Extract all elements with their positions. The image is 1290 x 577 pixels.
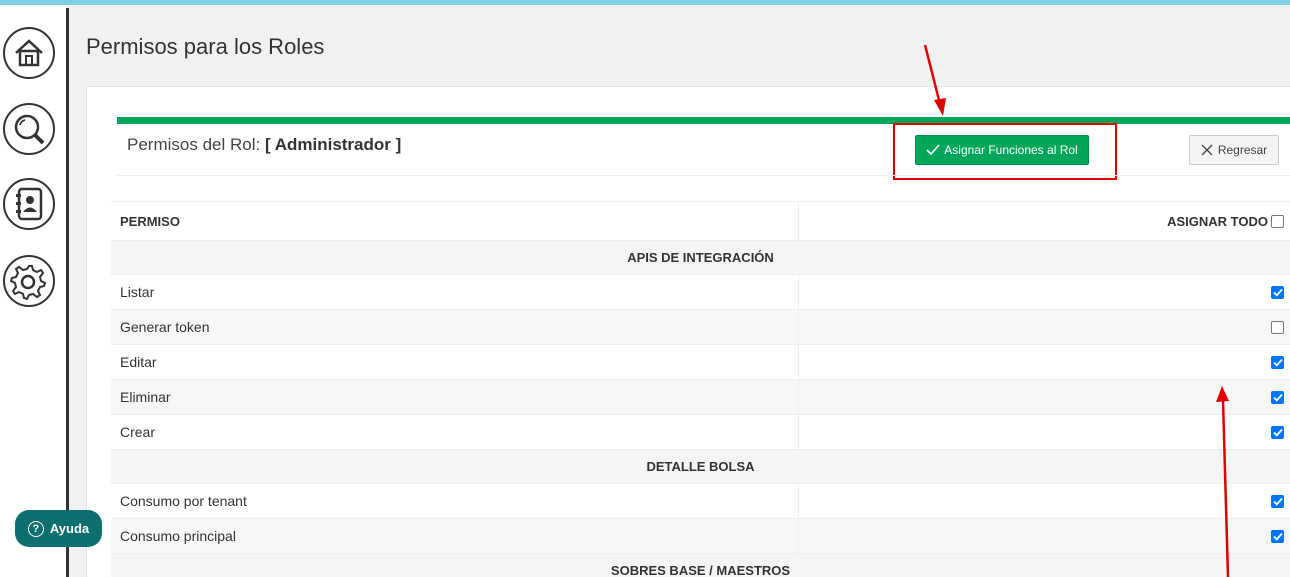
permission-name: Editar: [111, 345, 799, 379]
checkmark-icon: [1272, 393, 1283, 402]
assign-all-checkbox[interactable]: [1271, 214, 1284, 228]
section-header-sobres-base-maestros: SOBRES BASE / MAESTROS: [111, 554, 1290, 577]
table-header-row: PERMISO ASIGNAR TODO: [111, 202, 1290, 241]
close-icon: [1201, 144, 1213, 156]
permission-checkbox[interactable]: [1271, 425, 1284, 439]
permission-row: Generar token: [111, 310, 1290, 345]
help-label: Ayuda: [49, 521, 90, 536]
top-accent-line: [0, 0, 1290, 5]
check-icon: [926, 144, 940, 156]
permission-checkbox[interactable]: [1271, 355, 1284, 369]
checkmark-icon: [1272, 532, 1283, 541]
search-icon: [14, 114, 45, 145]
search-nav-button[interactable]: [3, 103, 55, 155]
permission-name: Consumo por tenant: [111, 484, 799, 518]
permission-checkbox[interactable]: [1271, 390, 1284, 404]
checkmark-icon: [1272, 428, 1283, 437]
section-header-apis-de-integracion: APIS DE INTEGRACIÓN: [111, 241, 1290, 275]
settings-nav-button[interactable]: [3, 255, 55, 307]
question-icon: ?: [27, 520, 44, 537]
contacts-nav-button[interactable]: [3, 178, 55, 230]
permission-row: Listar: [111, 275, 1290, 310]
permission-checkbox[interactable]: [1271, 285, 1284, 299]
permission-row: Crear: [111, 415, 1290, 450]
home-icon: [15, 39, 43, 67]
section-header-detalle-bolsa: DETALLE BOLSA: [111, 450, 1290, 484]
permission-row: Eliminar: [111, 380, 1290, 415]
contacts-icon: [16, 187, 43, 221]
permission-row: Consumo por tenant: [111, 484, 1290, 519]
header-separator: [117, 175, 1290, 176]
permission-name: Generar token: [111, 310, 799, 344]
permission-checkbox[interactable]: [1271, 494, 1284, 508]
checkmark-icon: [1272, 358, 1283, 367]
help-button[interactable]: ? Ayuda: [15, 510, 102, 547]
sidebar: [0, 5, 67, 577]
permission-name: Consumo principal: [111, 519, 799, 553]
checkmark-icon: [1272, 497, 1283, 506]
back-button[interactable]: Regresar: [1189, 135, 1279, 165]
permission-checkbox[interactable]: [1271, 529, 1284, 543]
permission-name: Eliminar: [111, 380, 799, 414]
assign-all-label: ASIGNAR TODO: [1167, 213, 1268, 229]
role-title-prefix: Permisos del Rol:: [127, 135, 261, 154]
permissions-table: PERMISO ASIGNAR TODO APIS DE INTEGRACIÓN…: [111, 201, 1290, 577]
checkmark-icon: [1272, 288, 1283, 297]
permission-row: Consumo principal: [111, 519, 1290, 554]
back-label: Regresar: [1217, 143, 1268, 157]
page-title: Permisos para los Roles: [86, 34, 325, 59]
role-name: [ Administrador ]: [264, 135, 402, 154]
home-nav-button[interactable]: [3, 27, 55, 79]
permission-checkbox[interactable]: [1271, 320, 1284, 334]
role-title: Permisos del Rol: [ Administrador ]: [127, 135, 401, 155]
permission-name: Listar: [111, 275, 799, 309]
permission-row: Editar: [111, 345, 1290, 380]
permission-column-header: PERMISO: [111, 202, 799, 240]
sidebar-divider: [66, 8, 69, 577]
assign-functions-label: Asignar Funciones al Rol: [944, 143, 1078, 157]
gear-icon: [10, 265, 47, 300]
assign-functions-button[interactable]: Asignar Funciones al Rol: [915, 135, 1089, 165]
permission-name: Crear: [111, 415, 799, 449]
